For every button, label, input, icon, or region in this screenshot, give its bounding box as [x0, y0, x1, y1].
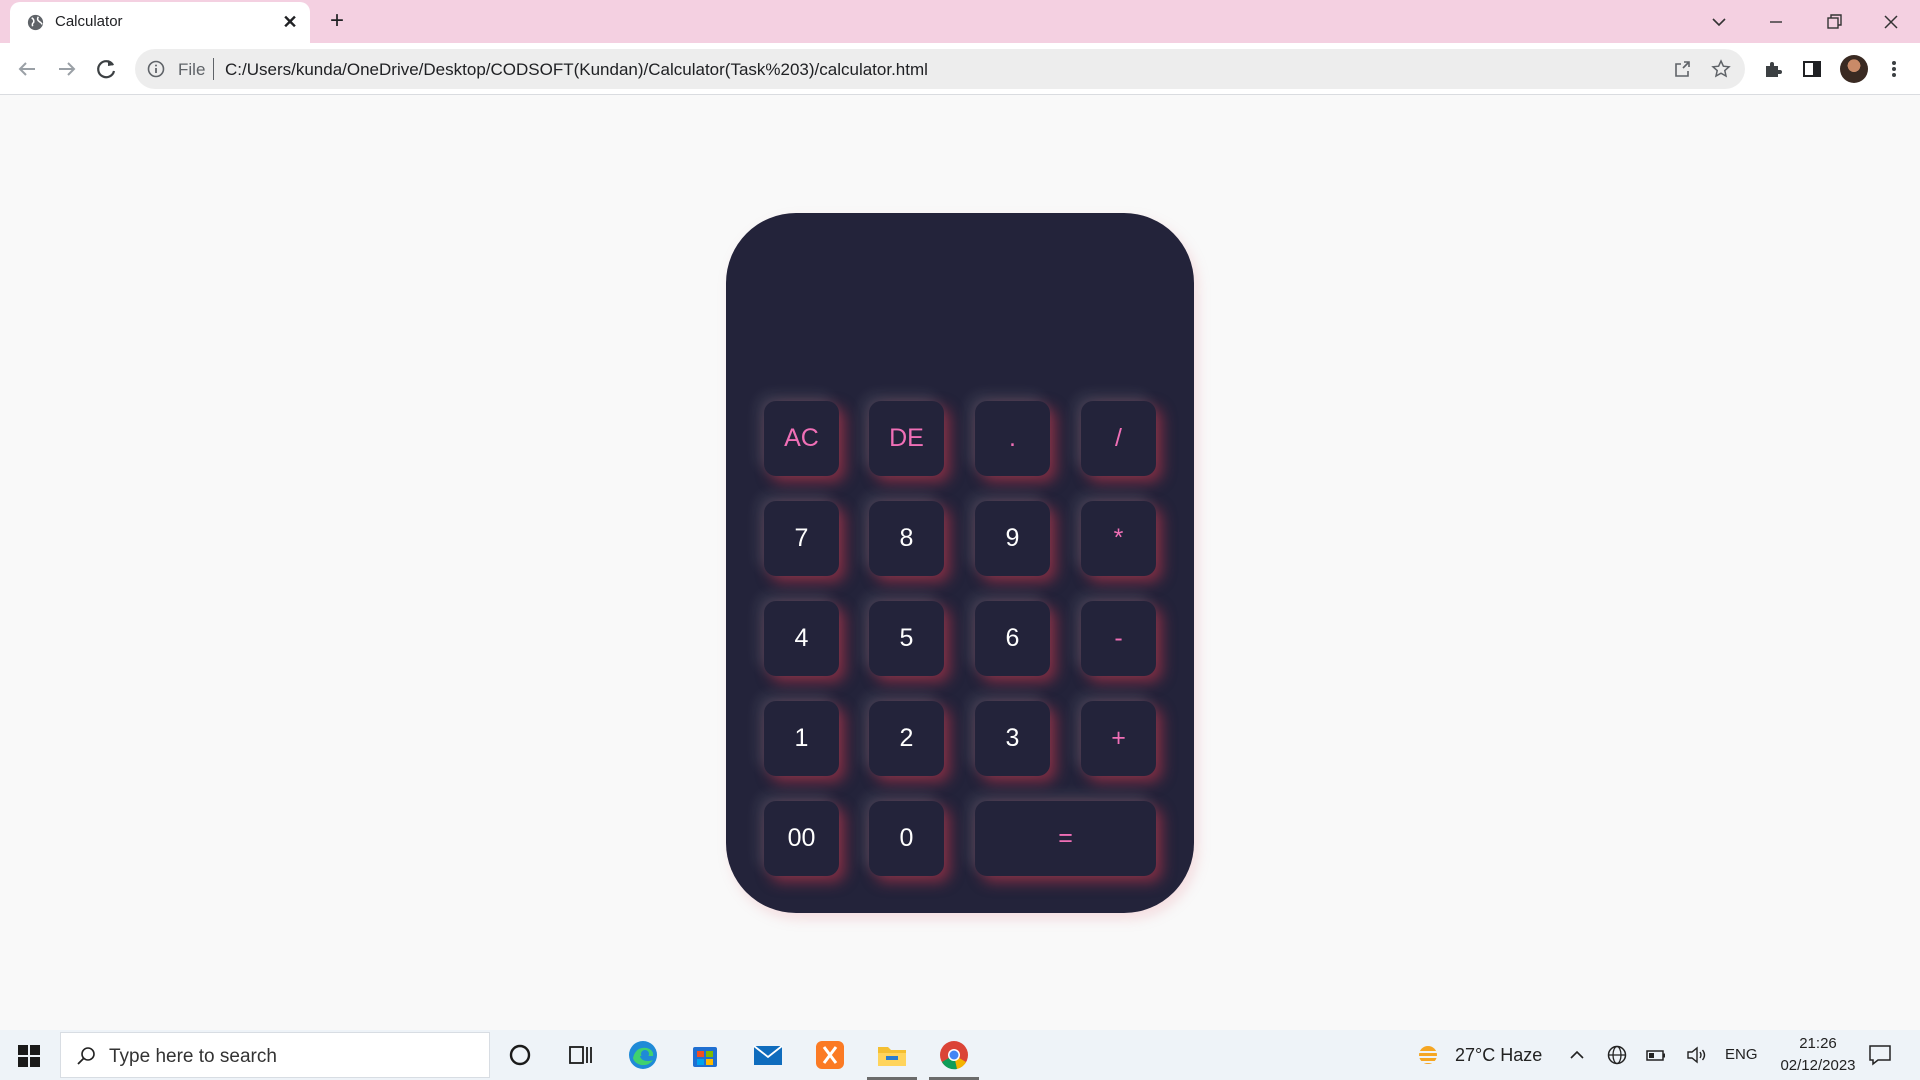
back-arrow-icon[interactable] [11, 53, 43, 85]
info-icon[interactable] [147, 60, 165, 78]
clock-time[interactable]: 21:26 [1790, 1035, 1846, 1052]
more-menu-icon[interactable] [1883, 58, 1905, 80]
task-view-icon[interactable] [563, 1038, 597, 1072]
mail-icon[interactable] [751, 1038, 785, 1072]
tab-close-icon[interactable]: ✕ [280, 12, 300, 32]
decimal-point-button[interactable]: . [975, 401, 1050, 476]
xampp-icon[interactable] [813, 1038, 847, 1072]
clock-date[interactable]: 02/12/2023 [1768, 1057, 1868, 1074]
input-language[interactable]: ENG [1725, 1046, 1758, 1063]
divide-button[interactable]: / [1081, 401, 1156, 476]
tab-strip: Calculator ✕ + [0, 0, 1920, 43]
tab-title: Calculator [55, 13, 123, 30]
delete-button[interactable]: DE [869, 401, 944, 476]
restore-icon[interactable] [1820, 8, 1848, 36]
battery-icon[interactable] [1645, 1044, 1667, 1066]
calculator: AC DE . / 7 8 9 * 4 5 6 - 1 2 3 + 00 0 = [726, 213, 1194, 913]
digit-8-button[interactable]: 8 [869, 501, 944, 576]
windows-start-icon[interactable] [18, 1045, 40, 1067]
address-bar[interactable]: File C:/Users/kunda/OneDrive/Desktop/COD… [135, 49, 1745, 89]
add-button[interactable]: + [1081, 701, 1156, 776]
search-icon [77, 1047, 95, 1065]
weather-haze-icon[interactable] [1413, 1043, 1443, 1067]
show-hidden-icons-chevron-icon[interactable] [1566, 1044, 1588, 1066]
volume-icon[interactable] [1685, 1044, 1707, 1066]
subtract-button[interactable]: - [1081, 601, 1156, 676]
cortana-circle-icon[interactable] [503, 1038, 537, 1072]
double-zero-button[interactable]: 00 [764, 801, 839, 876]
reload-icon[interactable] [91, 53, 123, 85]
address-scheme-label: File [178, 60, 206, 79]
edge-browser-icon[interactable] [626, 1038, 660, 1072]
calculator-display[interactable] [756, 243, 1164, 353]
tab-search-chevron-icon[interactable] [1705, 8, 1733, 36]
digit-6-button[interactable]: 6 [975, 601, 1050, 676]
globe-icon [27, 14, 44, 31]
digit-7-button[interactable]: 7 [764, 501, 839, 576]
digit-0-button[interactable]: 0 [869, 801, 944, 876]
digit-2-button[interactable]: 2 [869, 701, 944, 776]
tab-calculator[interactable]: Calculator ✕ [10, 2, 310, 43]
clear-all-button[interactable]: AC [764, 401, 839, 476]
forward-arrow-icon[interactable] [51, 53, 83, 85]
close-window-icon[interactable] [1877, 8, 1905, 36]
minimize-icon[interactable] [1762, 8, 1790, 36]
equals-button[interactable]: = [975, 801, 1156, 876]
weather-text[interactable]: 27°C Haze [1455, 1045, 1542, 1066]
digit-4-button[interactable]: 4 [764, 601, 839, 676]
new-tab-button[interactable]: + [325, 9, 349, 33]
digit-1-button[interactable]: 1 [764, 701, 839, 776]
share-icon[interactable] [1672, 59, 1692, 79]
taskbar-search-box[interactable]: Type here to search [60, 1032, 490, 1078]
digit-5-button[interactable]: 5 [869, 601, 944, 676]
multiply-button[interactable]: * [1081, 501, 1156, 576]
chrome-browser-icon[interactable] [937, 1038, 971, 1072]
taskbar: Type here to search 27°C Haze ENG 21:26 … [0, 1030, 1920, 1080]
profile-avatar[interactable] [1840, 55, 1868, 83]
notifications-icon[interactable] [1868, 1044, 1892, 1066]
browser-toolbar: File C:/Users/kunda/OneDrive/Desktop/COD… [0, 43, 1920, 95]
address-divider [213, 58, 214, 80]
file-explorer-icon[interactable] [875, 1038, 909, 1072]
address-url[interactable]: C:/Users/kunda/OneDrive/Desktop/CODSOFT(… [225, 60, 928, 80]
extensions-puzzle-icon[interactable] [1762, 58, 1784, 80]
digit-9-button[interactable]: 9 [975, 501, 1050, 576]
network-globe-icon[interactable] [1606, 1044, 1628, 1066]
microsoft-store-icon[interactable] [688, 1038, 722, 1072]
digit-3-button[interactable]: 3 [975, 701, 1050, 776]
side-panel-icon[interactable] [1801, 58, 1823, 80]
search-placeholder: Type here to search [109, 1046, 277, 1067]
bookmark-star-icon[interactable] [1711, 59, 1731, 79]
